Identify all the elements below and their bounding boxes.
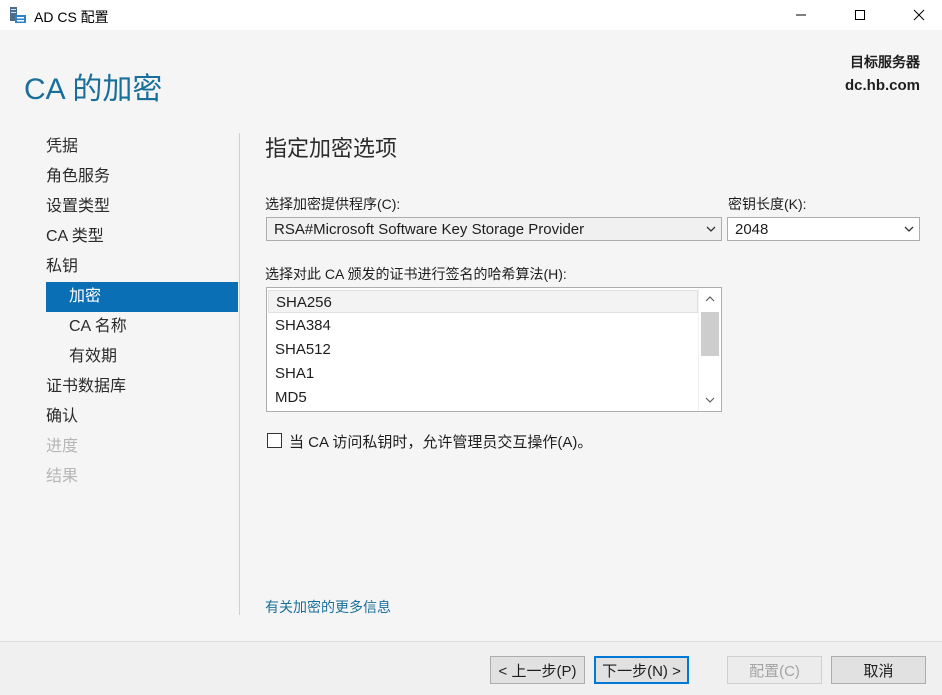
list-item-sha384[interactable]: SHA384	[268, 314, 698, 337]
cancel-button[interactable]: 取消	[831, 656, 926, 684]
nav-item-certificate-database[interactable]: 证书数据库	[46, 372, 126, 402]
page-title: CA 的加密	[24, 73, 163, 106]
wizard-footer: < 上一步(P) 下一步(N) > 配置(C) 取消	[0, 641, 942, 695]
list-scrollbar[interactable]	[698, 288, 721, 411]
nav-item-role-services[interactable]: 角色服务	[46, 162, 110, 192]
list-item-sha256[interactable]: SHA256	[268, 290, 698, 313]
hash-algorithm-list[interactable]: SHA256 SHA384 SHA512 SHA1 MD5	[266, 287, 722, 412]
scroll-up-button[interactable]	[699, 290, 721, 308]
target-server-name: dc.hb.com	[844, 77, 920, 94]
minimize-icon	[796, 14, 806, 16]
section-title: 指定加密选项	[265, 136, 398, 161]
minimize-button[interactable]	[778, 0, 824, 30]
nav-item-validity-period[interactable]: 有效期	[69, 342, 117, 372]
hash-algorithm-label: 选择对此 CA 颁发的证书进行签名的哈希算法(H):	[265, 266, 567, 282]
provider-label: 选择加密提供程序(C):	[265, 196, 401, 212]
key-length-value: 2048	[735, 221, 769, 238]
scroll-thumb[interactable]	[701, 312, 719, 356]
list-item-md5[interactable]: MD5	[268, 386, 698, 409]
close-button[interactable]	[896, 0, 942, 30]
list-item-sha1[interactable]: SHA1	[268, 362, 698, 385]
wizard-header: CA 的加密 目标服务器 dc.hb.com	[0, 30, 942, 126]
previous-button[interactable]: < 上一步(P)	[490, 656, 585, 684]
list-item-sha512[interactable]: SHA512	[268, 338, 698, 361]
configure-button: 配置(C)	[727, 656, 822, 684]
allow-admin-interaction-label[interactable]: 当 CA 访问私钥时，允许管理员交互操作(A)。	[289, 431, 592, 452]
server-manager-icon	[9, 6, 27, 24]
nav-item-progress: 进度	[46, 438, 79, 455]
window-title: AD CS 配置	[34, 9, 109, 25]
nav-item-ca-type[interactable]: CA 类型	[46, 222, 104, 252]
window-titlebar: AD CS 配置	[0, 0, 942, 30]
chevron-down-icon	[705, 397, 715, 403]
nav-item-confirmation[interactable]: 确认	[46, 402, 78, 432]
close-icon	[913, 9, 925, 21]
key-length-dropdown[interactable]: 2048	[727, 217, 920, 241]
nav-item-cryptography[interactable]: 加密	[46, 282, 238, 312]
provider-value: RSA#Microsoft Software Key Storage Provi…	[274, 221, 585, 238]
maximize-icon	[855, 10, 865, 20]
next-button[interactable]: 下一步(N) >	[594, 656, 689, 684]
chevron-down-icon	[706, 226, 716, 232]
nav-item-ca-name[interactable]: CA 名称	[69, 312, 127, 342]
chevron-down-icon	[904, 226, 914, 232]
nav-item-results: 结果	[46, 468, 79, 485]
more-info-link[interactable]: 有关加密的更多信息	[265, 597, 391, 617]
nav-item-private-key[interactable]: 私钥	[46, 252, 78, 282]
nav-item-cryptography-label: 加密	[69, 288, 102, 305]
allow-admin-interaction-checkbox[interactable]	[267, 433, 282, 448]
nav-item-setup-type[interactable]: 设置类型	[46, 192, 110, 222]
scroll-down-button[interactable]	[699, 391, 721, 409]
chevron-up-icon	[705, 296, 715, 302]
nav-item-credentials[interactable]: 凭据	[46, 132, 78, 162]
wizard-steps-nav: 凭据 角色服务 设置类型 CA 类型 私钥 加密 CA 名称 有效期 证书数据库…	[0, 126, 240, 641]
provider-dropdown[interactable]: RSA#Microsoft Software Key Storage Provi…	[266, 217, 722, 241]
maximize-button[interactable]	[837, 0, 883, 30]
target-server-label: 目标服务器	[850, 54, 920, 70]
main-content: 指定加密选项 选择加密提供程序(C): RSA#Microsoft Softwa…	[240, 126, 942, 641]
key-length-label: 密钥长度(K):	[728, 196, 807, 212]
